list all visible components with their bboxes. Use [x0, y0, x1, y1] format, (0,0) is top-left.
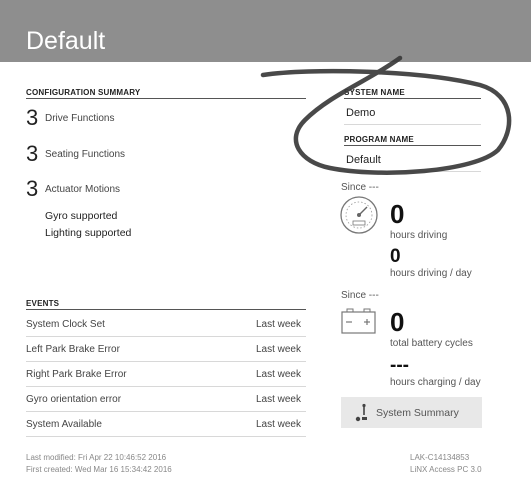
system-summary-button[interactable]: System Summary	[341, 397, 482, 428]
event-name: Left Park Brake Error	[26, 344, 120, 355]
battery-cycles-value: 0	[390, 307, 405, 337]
event-row[interactable]: Right Park Brake Error Last week	[26, 362, 306, 386]
drive-functions-label: Drive Functions	[45, 113, 115, 124]
actuator-motions-label: Actuator Motions	[45, 184, 121, 195]
event-time: Last week	[255, 369, 301, 380]
seating-functions-label: Seating Functions	[45, 149, 126, 160]
event-row[interactable]: Gyro orientation error Last week	[26, 387, 306, 411]
last-modified-text: Last modified: Fri Apr 22 10:46:52 2016	[26, 453, 167, 462]
charging-hours-value: ---	[390, 355, 409, 376]
hours-per-day-label: hours driving / day	[390, 268, 472, 279]
battery-icon	[340, 307, 378, 335]
page-title: Default	[26, 27, 106, 55]
program-name-underline	[344, 171, 481, 172]
config-heading: CONFIGURATION SUMMARY	[26, 88, 141, 97]
battery-since: Since ---	[341, 290, 379, 301]
system-name-divider	[344, 98, 481, 99]
event-name: Right Park Brake Error	[26, 369, 127, 380]
event-name: Gyro orientation error	[26, 394, 122, 405]
charging-hours-label: hours charging / day	[390, 377, 481, 388]
system-summary-label: System Summary	[376, 407, 459, 419]
event-time: Last week	[255, 419, 301, 430]
event-time: Last week	[255, 319, 301, 330]
event-row[interactable]: System Clock Set Last week	[26, 312, 306, 336]
system-name-heading: SYSTEM NAME	[344, 88, 405, 97]
hours-driving-value: 0	[390, 199, 405, 229]
battery-cycles-label: total battery cycles	[390, 338, 473, 349]
app-version-text: LiNX Access PC 3.0	[410, 465, 482, 474]
event-time: Last week	[255, 344, 301, 355]
seating-functions-count: 3	[26, 141, 39, 166]
hours-driving-label: hours driving	[390, 230, 448, 241]
program-name-heading: PROGRAM NAME	[344, 135, 414, 144]
events-heading: EVENTS	[26, 299, 60, 308]
events-divider	[26, 309, 306, 310]
lighting-supported-text: Lighting supported	[45, 227, 132, 239]
driving-since: Since ---	[341, 182, 379, 193]
system-name-value[interactable]: Demo	[346, 107, 375, 119]
drive-functions-count: 3	[26, 105, 39, 130]
joystick-icon	[355, 403, 369, 423]
event-name: System Available	[26, 419, 102, 430]
system-name-underline	[344, 124, 481, 125]
event-row[interactable]: System Available Last week	[26, 412, 306, 436]
program-name-divider	[344, 145, 481, 146]
gyro-supported-text: Gyro supported	[45, 210, 118, 222]
event-row-divider	[26, 436, 306, 437]
actuator-motions-count: 3	[26, 176, 39, 201]
speedometer-icon	[339, 195, 379, 235]
program-name-value[interactable]: Default	[346, 154, 381, 166]
event-name: System Clock Set	[26, 319, 105, 330]
hours-per-day-value: 0	[390, 246, 401, 267]
event-row[interactable]: Left Park Brake Error Last week	[26, 337, 306, 361]
serial-number-text: LAK-C14134853	[410, 453, 470, 462]
config-divider	[26, 98, 306, 99]
first-created-text: First created: Wed Mar 16 15:34:42 2016	[26, 465, 172, 474]
event-time: Last week	[255, 394, 301, 405]
